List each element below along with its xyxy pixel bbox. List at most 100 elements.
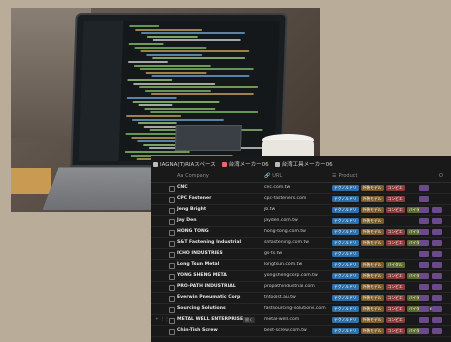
url-link[interactable]: propathindustrial.com xyxy=(264,284,315,289)
company-name[interactable]: Jay Den xyxy=(177,218,196,223)
extra-tag xyxy=(432,272,442,279)
code-line xyxy=(133,82,216,85)
code-line xyxy=(146,53,203,56)
extra-tag xyxy=(419,272,429,279)
open-button[interactable]: 開く xyxy=(243,317,255,323)
product-tag: バイタル xyxy=(385,261,405,268)
product-tag: 外装モデル xyxy=(360,261,384,268)
product-tag: テクノルドリ xyxy=(332,261,359,268)
company-name[interactable]: Everwin Pneumatic Corp xyxy=(177,295,240,300)
table-row[interactable]: Sourcing Solutions fastsourcing-solutions… xyxy=(151,304,451,315)
tab-label: 台湾工具メーカー06 xyxy=(281,162,333,168)
table-body: CNC cnc.com.tw テクノルドリ 外装モデル コンピエ CPC Fastener… xyxy=(151,183,451,337)
extra-tag xyxy=(419,316,429,323)
product-tag: 外装モデル xyxy=(360,217,384,224)
url-link[interactable]: cnc.com.tw xyxy=(264,185,290,190)
table-row[interactable]: Chin-Tish Screw best-screw.com.tw テクノルドリ 外装… xyxy=(151,326,451,337)
company-name[interactable]: ICHO INDUSTRIES xyxy=(177,251,223,256)
url-link[interactable]: hong-tong.com.tw xyxy=(264,229,306,234)
column-url[interactable]: 🔗 URL xyxy=(264,173,282,179)
tab-label: 台湾メーカー06 xyxy=(228,162,269,168)
tab-taiwan-makers[interactable]: 台湾メーカー06 xyxy=(221,158,269,170)
column-company[interactable]: Aa Company xyxy=(177,173,209,179)
product-tags: テクノルドリ 外装モデル コンピエ バイタル xyxy=(332,327,426,334)
table-row[interactable]: Long Tsun Metal longtsun.com.tw テクノルドリ 外装モデ… xyxy=(151,260,451,271)
table-row[interactable]: CNC cnc.com.tw テクノルドリ 外装モデル コンピエ xyxy=(151,183,451,194)
company-name[interactable]: CPC Fastener xyxy=(177,196,211,201)
extra-tag xyxy=(419,294,429,301)
product-tag: テクノルドリ xyxy=(332,195,359,202)
extra-tag xyxy=(432,261,442,268)
tab-workspace[interactable]: IAGNA(T)RIAスペース xyxy=(153,158,216,170)
product-tag: テクノルドリ xyxy=(332,206,359,213)
extra-cell xyxy=(419,327,442,334)
url-link[interactable]: jayden.com.tw xyxy=(264,218,298,223)
product-tag: 外装モデル xyxy=(360,228,384,235)
url-link[interactable]: metal-well.com xyxy=(264,317,299,322)
product-tag: 外装モデル xyxy=(360,195,384,202)
page-icon xyxy=(169,218,175,225)
extra-cell xyxy=(419,228,442,235)
code-line xyxy=(139,68,254,71)
extra-tag xyxy=(419,250,429,257)
product-tag: テクノルドリ xyxy=(332,327,359,334)
company-name[interactable]: CNC xyxy=(177,185,188,190)
extra-tag xyxy=(419,239,429,246)
company-name[interactable]: PRO-PATH INDUSTRIAL xyxy=(177,284,236,289)
url-link[interactable]: snfastening.com.tw xyxy=(264,240,309,245)
url-link[interactable]: best-screw.com.tw xyxy=(264,328,307,333)
row-drag-handle[interactable]: + ⋮⋮ xyxy=(155,317,169,322)
table-row[interactable]: HONG TONG hong-tong.com.tw テクノルドリ 外装モデル コンピエ… xyxy=(151,227,451,238)
product-tag: 外装モデル xyxy=(360,272,384,279)
url-link[interactable]: jb.tw xyxy=(264,207,275,212)
editor-popup xyxy=(174,125,242,151)
table-row[interactable]: Jeng Bright jb.tw テクノルドリ 外装モデル コンピエ バイタル xyxy=(151,205,451,216)
column-product[interactable]: ☰ Product xyxy=(332,173,357,179)
extra-tag xyxy=(419,206,429,213)
product-tag: テクノルドリ xyxy=(332,239,359,246)
table-row[interactable]: ICHO INDUSTRIES gs-ts.tw テクノルドリ xyxy=(151,249,451,260)
table-row[interactable]: YONG SHENG META yongshengcorp.com.tw テクノルド… xyxy=(151,271,451,282)
extra-cell xyxy=(419,305,442,312)
extra-tag xyxy=(419,283,429,290)
extra-tag xyxy=(432,206,442,213)
product-tag: テクノルドリ xyxy=(332,250,359,257)
column-more[interactable]: O xyxy=(439,173,443,179)
url-link[interactable]: yongshengcorp.com.tw xyxy=(264,273,318,278)
company-name[interactable]: S&T Fastening Industrial xyxy=(177,240,241,245)
notebook-object xyxy=(11,168,51,194)
product-tag: 外装モデル xyxy=(360,327,384,334)
product-tag: コンピエ xyxy=(385,327,405,334)
company-name[interactable]: YONG SHENG META xyxy=(177,273,227,278)
code-line xyxy=(152,39,241,42)
extra-cell xyxy=(419,184,429,191)
code-line xyxy=(128,43,164,45)
url-link[interactable]: longtsun.com.tw xyxy=(264,262,302,267)
url-link[interactable]: fastsourcing-solutions.com xyxy=(264,306,326,311)
table-row[interactable]: Everwin Pneumatic Corp tntoolst.au.tw テクノル… xyxy=(151,293,451,304)
url-link[interactable]: gs-ts.tw xyxy=(264,251,282,256)
table-row[interactable]: + ⋮⋮ METAL WELL ENTERPRISE 開く metal-well.co… xyxy=(151,315,451,326)
list-icon: ☰ xyxy=(332,173,337,179)
product-tag: コンピエ xyxy=(385,195,405,202)
page-icon xyxy=(169,251,175,258)
company-name[interactable]: Sourcing Solutions xyxy=(177,306,226,311)
url-link[interactable]: cpc-fasteners.com xyxy=(264,196,306,201)
table-row[interactable]: S&T Fastening Industrial snfastening.com.… xyxy=(151,238,451,249)
company-name[interactable]: HONG TONG xyxy=(177,229,209,234)
table-row[interactable]: Jay Den jayden.com.tw テクノルドリ 外装モデル xyxy=(151,216,451,227)
table-row[interactable]: PRO-PATH INDUSTRIAL propathindustrial.com… xyxy=(151,282,451,293)
company-name[interactable]: METAL WELL ENTERPRISE xyxy=(177,317,243,322)
company-name[interactable]: Long Tsun Metal xyxy=(177,262,219,267)
url-link[interactable]: tntoolst.au.tw xyxy=(264,295,296,300)
code-line xyxy=(151,75,250,78)
laptop-lid xyxy=(70,13,288,167)
table-row[interactable]: CPC Fastener cpc-fasteners.com テクノルドリ 外装モデル… xyxy=(151,194,451,205)
extra-tag xyxy=(419,184,429,191)
product-tag: 外装モデル xyxy=(360,294,384,301)
tab-taiwan-tool-makers[interactable]: 台湾工具メーカー06 xyxy=(274,158,333,170)
company-name[interactable]: Chin-Tish Screw xyxy=(177,328,218,333)
company-name[interactable]: Jeng Bright xyxy=(177,207,206,212)
extra-tag xyxy=(432,316,442,323)
extra-tag xyxy=(432,294,442,301)
